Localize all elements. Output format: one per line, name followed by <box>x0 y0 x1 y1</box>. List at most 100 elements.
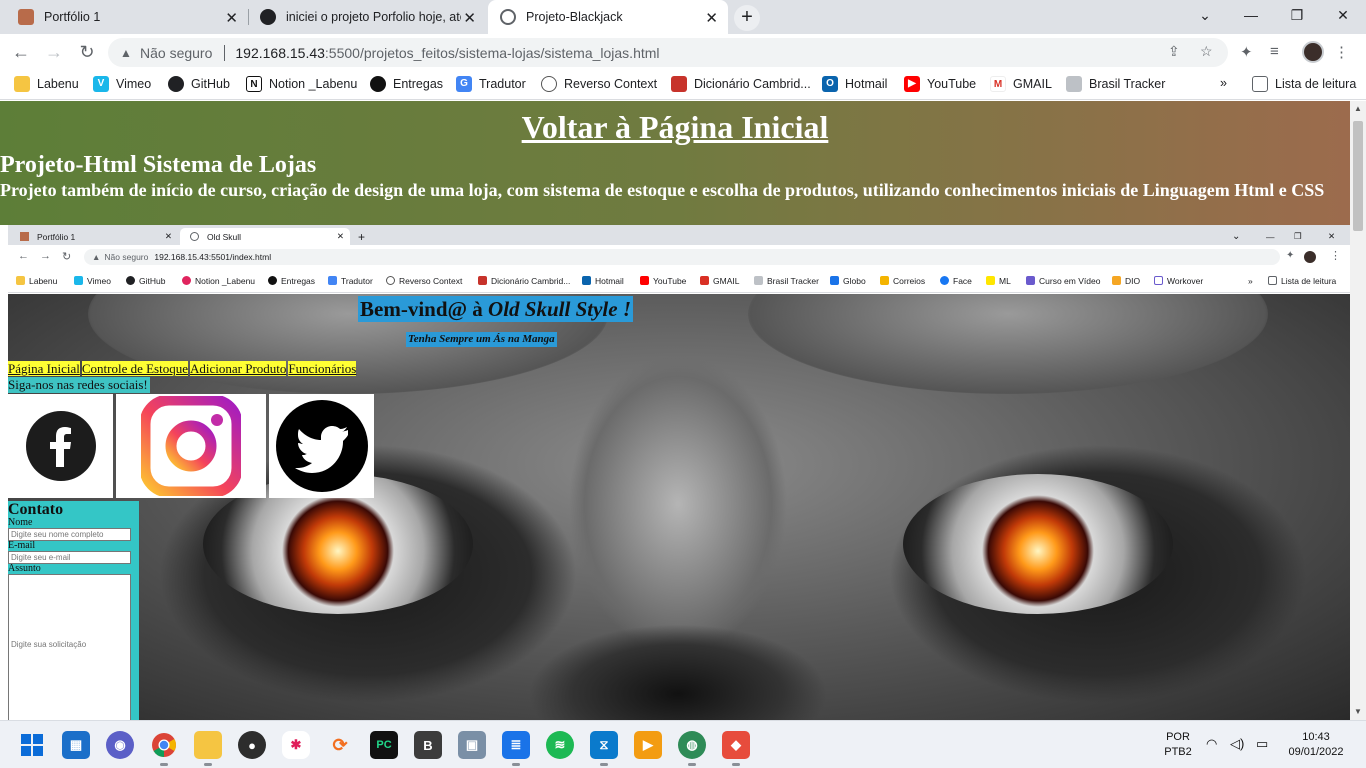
subject-label: Assunto <box>8 563 41 574</box>
new-tab-button[interactable]: + <box>734 5 760 31</box>
close-icon[interactable]: ✕ <box>463 9 476 27</box>
windows-taskbar: ▦ ◉ ● ✱ ⟳ PC B ▣ ≣ ≋ ⧖ ▶ ◍ ◆ POR PTB2 ◠ ◁… <box>0 720 1366 768</box>
scroll-up-arrow[interactable]: ▲ <box>1350 101 1366 117</box>
project-description: Projeto também de início de curso, criaç… <box>0 180 1325 200</box>
reading-list-icon <box>1252 76 1268 92</box>
tab-title: iniciei o projeto Porfolio hoje, até <box>286 10 461 24</box>
bookmarks-bar: Labenu V Vimeo GitHub N Notion _Labenu Ent… <box>0 70 1366 100</box>
outlook-icon: O <box>822 76 838 92</box>
profile-avatar[interactable] <box>1302 41 1324 63</box>
media-player-icon[interactable]: ● <box>238 731 266 759</box>
language-indicator[interactable]: POR PTB2 <box>1158 730 1198 760</box>
chrome-icon[interactable] <box>150 731 178 766</box>
welcome-heading: Bem-vind@ à Old Skull Style ! <box>358 296 633 322</box>
screenshot-toolbar: ← → ↻ ▲ Não seguro 192.168.15.43:5501/ind… <box>8 245 1350 271</box>
wifi-icon[interactable]: ◠ <box>1206 736 1217 751</box>
bookmark-hotmail[interactable]: O Hotmail <box>822 76 887 92</box>
cambridge-icon <box>671 76 687 92</box>
circle-icon <box>370 76 386 92</box>
share-icon[interactable]: ⇪ <box>1168 43 1180 60</box>
skull-background-image: Bem-vind@ à Old Skull Style ! Tenha Semp… <box>8 294 1350 720</box>
tab-search-icon[interactable]: ⌄ <box>1182 0 1228 30</box>
reading-list-button[interactable]: Lista de leitura <box>1252 76 1356 92</box>
bookmark-gmail[interactable]: M GMAIL <box>990 76 1052 92</box>
menu-icon[interactable]: ⋮ <box>1334 43 1349 61</box>
bookmark-tradutor[interactable]: G Tradutor <box>456 76 526 92</box>
windows-start-icon[interactable] <box>18 731 46 759</box>
screenshot-restore-icon: ❐ <box>1294 231 1302 241</box>
globe-icon <box>500 9 516 25</box>
b-app-icon[interactable]: B <box>414 731 442 759</box>
bookmark-notion[interactable]: N Notion _Labenu <box>246 76 357 92</box>
bookmark-youtube[interactable]: ▶ YouTube <box>904 76 976 92</box>
subject-textarea: Digite sua solicitação <box>8 574 131 720</box>
close-window-button[interactable]: ✕ <box>1320 0 1366 30</box>
bookmark-cambridge[interactable]: Dicionário Cambrid... <box>671 76 811 92</box>
minimize-button[interactable]: — <box>1228 0 1274 30</box>
back-button[interactable]: ← <box>8 40 34 66</box>
email-label: E-mail <box>8 540 36 551</box>
bookmark-brasil-tracker[interactable]: Brasil Tracker <box>1066 76 1165 92</box>
bookmark-reverso[interactable]: Reverso Context <box>541 76 657 92</box>
project-title: Projeto-Html Sistema de Lojas <box>0 152 317 178</box>
notepad-icon[interactable]: ≣ <box>502 731 530 766</box>
site-menu: Página Inicial Controle de Estoque Adici… <box>8 361 358 376</box>
extensions-icon[interactable]: ✦ <box>1240 43 1253 61</box>
tab-blackjack[interactable]: Projeto-Blackjack ✕ <box>488 0 728 34</box>
volume-icon[interactable]: ◁) <box>1230 736 1244 751</box>
file-explorer-icon[interactable] <box>194 731 222 766</box>
photo-app-icon[interactable]: ▣ <box>458 731 486 759</box>
tab-portfolio[interactable]: Portfólio 1 ✕ <box>0 0 248 34</box>
clock[interactable]: 10:43 09/01/2022 <box>1284 730 1348 760</box>
right-eye-image <box>903 474 1173 614</box>
scrollbar-thumb[interactable] <box>1353 121 1363 231</box>
globe-app-icon[interactable]: ◍ <box>678 731 706 766</box>
page-scrollbar[interactable]: ▲ ▼ <box>1350 101 1366 720</box>
vscode-icon[interactable]: ⧖ <box>590 731 618 766</box>
forward-button[interactable]: → <box>41 40 67 66</box>
spotify-icon[interactable]: ≋ <box>546 731 574 759</box>
browser-toolbar: ← → ↻ ▲ Não seguro 192.168.15.43:5500/pr… <box>0 34 1366 70</box>
close-icon[interactable]: ✕ <box>705 9 718 27</box>
teams-chat-icon[interactable]: ◉ <box>106 731 134 759</box>
facebook-icon <box>8 394 113 498</box>
back-home-link[interactable]: Voltar à Página Inicial <box>0 109 1350 146</box>
restore-button[interactable]: ❐ <box>1274 0 1320 30</box>
browser-tab-strip: Portfólio 1 ✕ iniciei o projeto Porfolio… <box>0 0 1366 34</box>
pycharm-icon[interactable]: PC <box>370 731 398 759</box>
name-label: Nome <box>8 517 33 528</box>
bookmark-entregas[interactable]: Entregas <box>370 76 443 92</box>
gmail-icon: M <box>990 76 1006 92</box>
reverso-icon <box>541 76 557 92</box>
git-kraken-icon[interactable]: ⟳ <box>326 731 354 759</box>
screenshot-minimize-icon: — <box>1266 231 1275 242</box>
bookmark-labenu[interactable]: Labenu <box>14 76 79 92</box>
github-icon <box>260 9 276 25</box>
address-bar[interactable]: ▲ Não seguro 192.168.15.43:5500/projetos… <box>108 38 1228 67</box>
instagram-icon <box>116 394 266 498</box>
scroll-down-arrow[interactable]: ▼ <box>1350 704 1366 720</box>
youtube-icon: ▶ <box>904 76 920 92</box>
video-editor-icon[interactable]: ▶ <box>634 731 662 759</box>
screenshot-caret-icon: ⌄ <box>1232 231 1241 242</box>
close-icon[interactable]: ✕ <box>225 9 238 27</box>
page-viewport: Voltar à Página Inicial Projeto-Html Sis… <box>0 101 1350 720</box>
widgets-icon[interactable]: ▦ <box>62 731 90 759</box>
bookmark-star-icon[interactable]: ☆ <box>1200 43 1213 60</box>
media-control-icon[interactable]: ≡ <box>1270 43 1279 60</box>
bookmark-vimeo[interactable]: V Vimeo <box>93 76 151 92</box>
tab-github[interactable]: iniciei o projeto Porfolio hoje, até ✕ <box>248 0 486 34</box>
screenshot-tab-active: Old Skull ✕ <box>180 228 350 245</box>
slack-icon[interactable]: ✱ <box>282 731 310 759</box>
bookmark-github[interactable]: GitHub <box>168 76 230 92</box>
menu-item-add-product: Adicionar Produto <box>190 361 287 376</box>
battery-icon[interactable]: ▭ <box>1256 736 1268 751</box>
git-app-icon[interactable]: ◆ <box>722 731 750 766</box>
more-bookmarks-button[interactable]: » <box>1220 76 1227 90</box>
url-text: 192.168.15.43:5500/projetos_feitos/siste… <box>235 44 660 61</box>
screenshot-tab-strip: Portfólio 1 ✕ Old Skull ✕ + ⌄ — ❐ ✕ <box>8 225 1350 245</box>
github-icon <box>168 76 184 92</box>
avatar-favicon-icon <box>18 9 34 25</box>
screenshot-new-tab: + <box>358 229 366 244</box>
reload-button[interactable]: ↻ <box>74 40 100 66</box>
